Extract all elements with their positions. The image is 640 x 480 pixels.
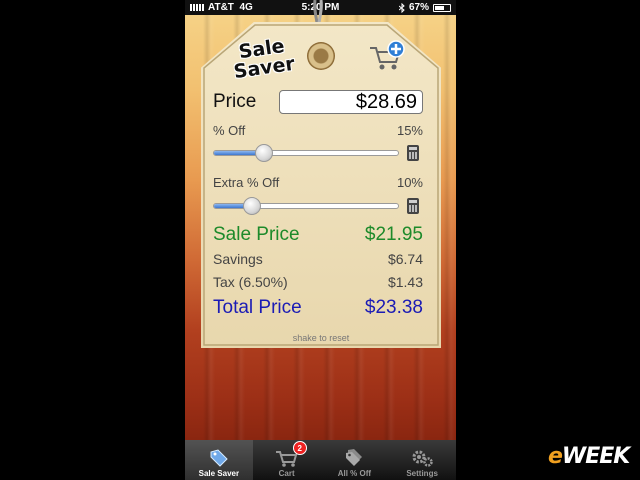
calculator-icon[interactable] bbox=[407, 145, 419, 161]
eweek-watermark: eWEEK bbox=[548, 444, 630, 469]
extra-off-label: Extra % Off bbox=[213, 174, 280, 190]
carrier: AT&T 4G bbox=[208, 2, 253, 13]
tag-icon bbox=[210, 449, 228, 467]
tab-all-percent-off[interactable]: All % Off bbox=[321, 440, 389, 480]
calculator-icon[interactable] bbox=[407, 198, 419, 214]
savings-label: Savings bbox=[213, 251, 263, 267]
price-input[interactable]: $28.69 bbox=[279, 90, 423, 114]
price-label: Price bbox=[213, 91, 257, 112]
extra-off-row: Extra % Off 10% bbox=[213, 174, 423, 190]
tax-row: Tax (6.50%) $1.43 bbox=[213, 273, 423, 291]
tab-label: Settings bbox=[406, 469, 438, 478]
battery-icon bbox=[433, 3, 451, 12]
sale-price-row: Sale Price $21.95 bbox=[213, 224, 423, 246]
gear-icon bbox=[412, 450, 433, 467]
percent-off-slider-thumb[interactable] bbox=[255, 144, 273, 162]
bluetooth-icon bbox=[398, 2, 405, 13]
tab-label: Cart bbox=[278, 469, 295, 478]
tax-value: $1.43 bbox=[387, 274, 423, 290]
phone-screen: AT&T 4G 5:20 PM 67% Sale Saver Price $28… bbox=[185, 0, 456, 480]
extra-off-slider-row bbox=[213, 197, 423, 215]
tab-cart[interactable]: 2 Cart bbox=[253, 440, 321, 480]
tab-settings[interactable]: Settings bbox=[388, 440, 456, 480]
price-row: Price $28.69 bbox=[213, 88, 423, 116]
tab-bar: Sale Saver 2 Cart All % Off Settings bbox=[185, 440, 456, 480]
signal-icon bbox=[190, 4, 204, 11]
savings-row: Savings $6.74 bbox=[213, 250, 423, 268]
percent-off-label: % Off bbox=[213, 122, 246, 138]
cart-badge: 2 bbox=[292, 441, 307, 455]
tags-icon bbox=[346, 449, 363, 466]
tag-hole bbox=[307, 42, 335, 70]
extra-off-slider-thumb[interactable] bbox=[243, 197, 261, 215]
total-price-value: $23.38 bbox=[364, 297, 423, 318]
battery-percent: 67% bbox=[408, 2, 429, 13]
sale-price-label: Sale Price bbox=[213, 224, 300, 245]
tax-label: Tax (6.50%) bbox=[213, 274, 288, 290]
extra-off-value: 10% bbox=[396, 174, 423, 190]
percent-off-value: 15% bbox=[396, 122, 423, 138]
tab-sale-saver[interactable]: Sale Saver bbox=[185, 440, 253, 480]
sale-price-value: $21.95 bbox=[364, 224, 423, 245]
add-to-cart-button[interactable] bbox=[368, 40, 406, 74]
extra-off-slider[interactable] bbox=[213, 197, 399, 215]
tab-label: All % Off bbox=[337, 469, 372, 478]
total-price-row: Total Price $23.38 bbox=[213, 296, 423, 320]
percent-off-row: % Off 15% bbox=[213, 122, 423, 138]
shake-hint: shake to reset bbox=[292, 333, 350, 343]
tab-label: Sale Saver bbox=[198, 469, 240, 478]
percent-off-slider[interactable] bbox=[213, 144, 399, 162]
percent-off-slider-row bbox=[213, 144, 423, 162]
total-price-label: Total Price bbox=[213, 297, 302, 318]
savings-value: $6.74 bbox=[387, 251, 423, 267]
